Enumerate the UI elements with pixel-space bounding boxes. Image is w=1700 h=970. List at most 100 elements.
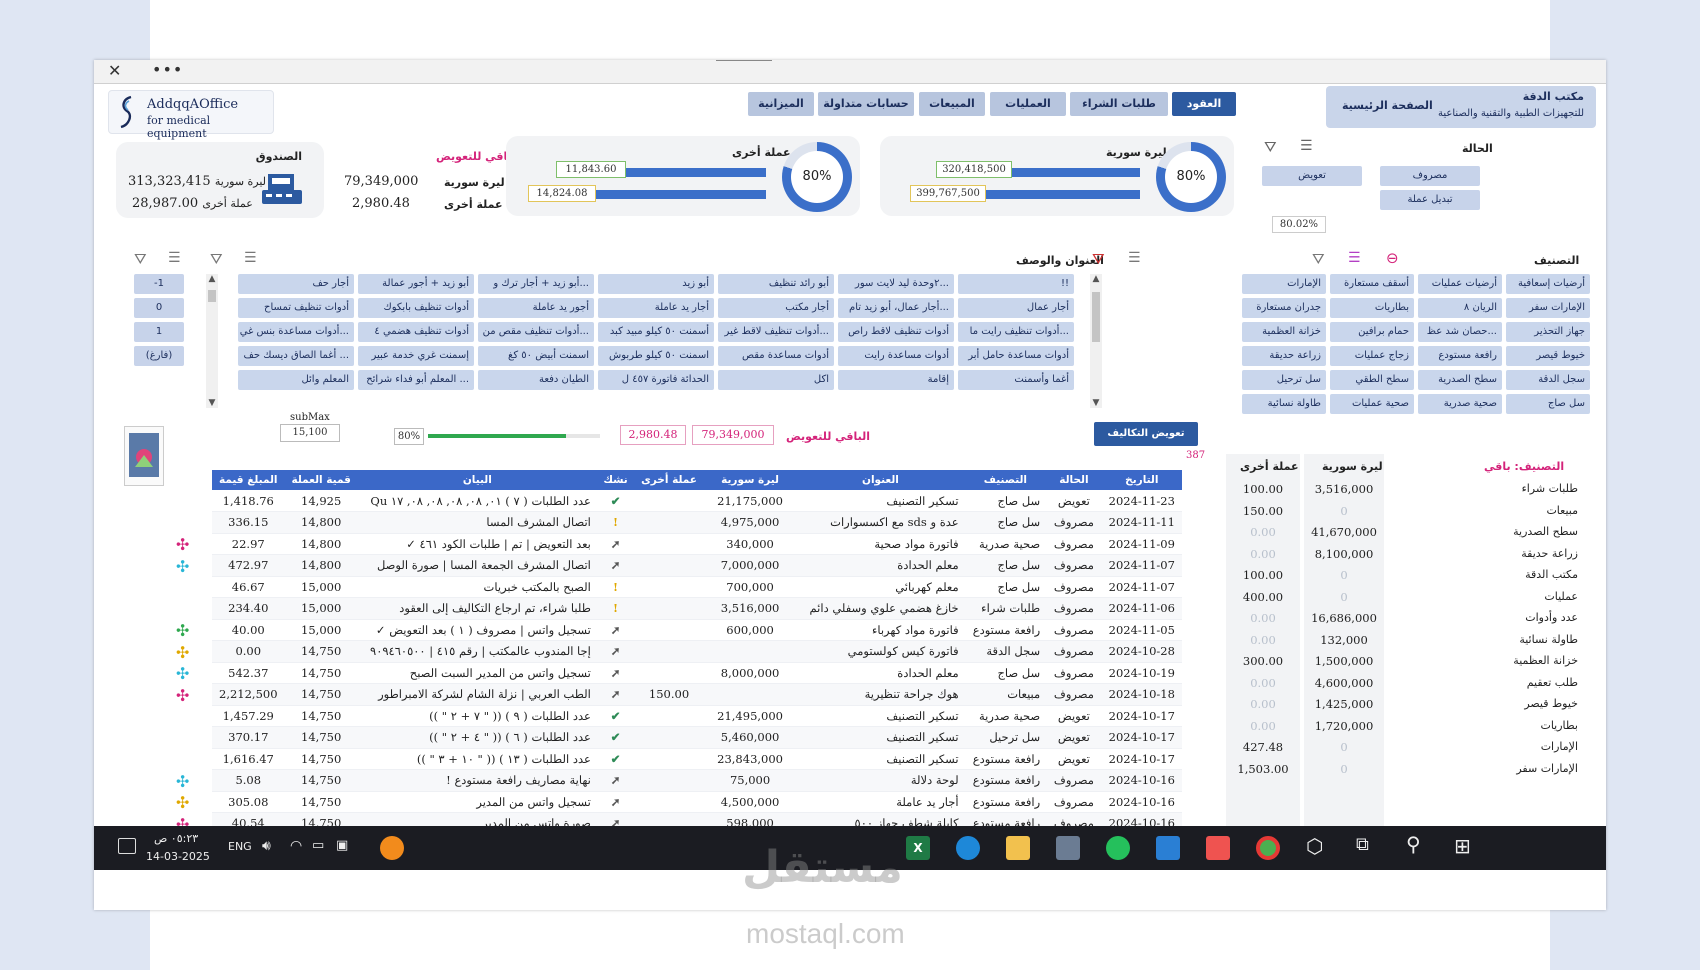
scroll-thumb[interactable]: [208, 290, 216, 302]
summary-category[interactable]: عمليات: [1458, 590, 1578, 603]
summary-category[interactable]: بطاريات: [1458, 719, 1578, 732]
classification-item[interactable]: صحية صدرية: [1418, 394, 1502, 414]
title-desc-item[interactable]: أسمنت ٥٠ كيلو مبيد كبد: [598, 322, 714, 342]
col-syp[interactable]: ليرة سورية: [703, 470, 797, 490]
multi-select-icon[interactable]: ☰: [244, 250, 257, 266]
row-tag-icon[interactable]: ✣: [176, 686, 189, 705]
row-tag-icon[interactable]: ✣: [176, 535, 189, 554]
classification-item[interactable]: خزانة العظمية: [1242, 322, 1326, 342]
title-desc-item[interactable]: إقامة: [838, 370, 954, 390]
title-desc-item[interactable]: اسمنت ٥٠ كيلو طربوش: [598, 346, 714, 366]
title-desc-item[interactable]: أدوات تنظيف هضمي ٤: [358, 322, 474, 342]
classification-item[interactable]: الإمارات: [1242, 274, 1326, 294]
table-row[interactable]: 2024-10-17 تعويض صحية صدرية تسكير التصنيف 21…: [212, 705, 1182, 727]
whatsapp-icon[interactable]: [1106, 836, 1130, 860]
title-desc-item[interactable]: أدوات تنظيف تمساح: [238, 298, 354, 318]
title-desc-item[interactable]: أدوات مساعدة بنس غي...: [238, 322, 354, 342]
title-desc-item[interactable]: اكل: [718, 370, 834, 390]
table-row[interactable]: 2024-11-06 مصروف طلبات شراء خازغ هضمي علوي …: [212, 597, 1182, 620]
classification-item[interactable]: أسقف مستعارة: [1330, 274, 1414, 294]
title-desc-item[interactable]: أدوات مساعدة رايت: [838, 346, 954, 366]
row-tag-icon[interactable]: ✣: [176, 793, 189, 812]
tab-contracts[interactable]: العقود: [1172, 92, 1236, 116]
summary-category[interactable]: زراعة حديقة: [1458, 547, 1578, 560]
col-status[interactable]: الحالة: [1046, 470, 1102, 490]
classification-item[interactable]: حمام برافين: [1330, 322, 1414, 342]
title-desc-item[interactable]: أجور يد عاملة: [478, 298, 594, 318]
title-desc-item[interactable]: إسمنت غري خدمة عبير: [358, 346, 474, 366]
summary-category[interactable]: مكتب الدقة: [1458, 568, 1578, 581]
classification-item[interactable]: أرضيات عمليات: [1418, 274, 1502, 294]
cube-icon[interactable]: ⬡: [1306, 834, 1323, 858]
classification-item[interactable]: الريان ٨: [1418, 298, 1502, 318]
classification-item[interactable]: سل ترحيل: [1242, 370, 1326, 390]
compensate-costs-button[interactable]: تعويض التكاليف: [1094, 422, 1198, 446]
thumbnail-image[interactable]: [124, 426, 164, 486]
title-desc-item[interactable]: أدوات مساعدة مقص: [718, 346, 834, 366]
task-view-icon[interactable]: ⧉: [1356, 834, 1369, 855]
summary-category[interactable]: خزانة العظمية: [1458, 654, 1578, 667]
volume-icon[interactable]: 🔊︎: [262, 838, 271, 854]
number-slicer-item[interactable]: (فارغ): [134, 346, 184, 366]
summary-category[interactable]: طاولة نسائية: [1458, 633, 1578, 646]
classification-item[interactable]: حصان شد عظ...: [1418, 322, 1502, 342]
multi-select-icon[interactable]: ☰: [1348, 250, 1361, 266]
title-desc-item[interactable]: أبو زيد + أجار ترك و...: [478, 274, 594, 294]
row-tag-icon[interactable]: ✣: [176, 621, 189, 640]
summary-category[interactable]: الإمارات: [1458, 740, 1578, 753]
summary-category[interactable]: طلب تعقيم: [1458, 676, 1578, 689]
title-desc-item[interactable]: أبو رائد تنظيف: [718, 274, 834, 294]
store-icon[interactable]: [1206, 836, 1230, 860]
scroll-down-icon[interactable]: ▼: [206, 398, 218, 408]
table-row[interactable]: 2024-10-19 مصروف سل صاج معلم الحدادة 8,000,0…: [212, 662, 1182, 684]
title-desc-item[interactable]: !!: [958, 274, 1074, 294]
title-desc-item[interactable]: أدوات تنظيف لاقط راص: [838, 322, 954, 342]
table-row[interactable]: 2024-10-16 مصروف رافعة مستودع أجار يد عاملة…: [212, 791, 1182, 813]
company-header[interactable]: مكتب الدقة للتجهيزات الطبية والتقنية وال…: [1326, 86, 1596, 128]
number-slicer-item[interactable]: 0: [134, 298, 184, 318]
classification-item[interactable]: جهاز التحذير: [1506, 322, 1590, 342]
col-title[interactable]: العنوان: [796, 470, 965, 490]
classification-item[interactable]: رافعة مستودع: [1418, 346, 1502, 366]
classification-item[interactable]: زراعة حديقة: [1242, 346, 1326, 366]
col-amount[interactable]: المبلغ قيمة: [212, 470, 285, 490]
title-desc-item[interactable]: أدوات تنظيف لاقط غير...: [718, 322, 834, 342]
title-desc-item[interactable]: أدوات تنظيف رايت ما...: [958, 322, 1074, 342]
title-desc-item[interactable]: الحدائة فاتورة ٤٥٧ ل: [598, 370, 714, 390]
title-desc-item[interactable]: اسمنت أبيض ٥٠ كغ: [478, 346, 594, 366]
table-row[interactable]: 2024-10-28 مصروف سجل الدقة فاتورة كيس كولست…: [212, 640, 1182, 663]
calculator-icon[interactable]: [1056, 836, 1080, 860]
meet-now-icon[interactable]: ▣: [336, 838, 348, 853]
excel-icon[interactable]: X: [906, 836, 930, 860]
title-desc-item[interactable]: المعلم أبو فداء شرائح ...: [358, 370, 474, 390]
file-explorer-icon[interactable]: [1006, 836, 1030, 860]
classification-item[interactable]: طاولة نسائية: [1242, 394, 1326, 414]
mail-icon[interactable]: [1156, 836, 1180, 860]
summary-category[interactable]: سطح الصدرية: [1458, 525, 1578, 538]
col-date[interactable]: التاريخ: [1101, 470, 1182, 490]
col-check[interactable]: نشك: [596, 470, 635, 490]
row-tag-icon[interactable]: ✣: [176, 643, 189, 662]
classification-item[interactable]: خيوط قيصر: [1506, 346, 1590, 366]
minus-circle-icon[interactable]: ⊖: [1386, 249, 1399, 267]
search-icon[interactable]: ⚲: [1406, 832, 1421, 856]
title-desc-item[interactable]: أبو زيد + أجور عمالة: [358, 274, 474, 294]
wifi-icon[interactable]: ◠: [290, 838, 302, 854]
status-expense-button[interactable]: مصروف: [1380, 166, 1480, 186]
windows-start-icon[interactable]: ⊞: [1454, 834, 1471, 858]
taskbar-time[interactable]: ٠٥:٢٣ ص: [154, 832, 198, 845]
status-compensation-button[interactable]: تعويض: [1262, 166, 1362, 186]
table-row[interactable]: 2024-10-16 مصروف رافعة مستودع لوحة دلالة 75,…: [212, 769, 1182, 792]
col-other[interactable]: عملة أخرى: [634, 470, 704, 490]
table-row[interactable]: 2024-10-17 تعويض سل ترحيل تسكير التصنيف 5,46…: [212, 726, 1182, 749]
scroll-thumb[interactable]: [1092, 292, 1100, 342]
tab-purchase-orders[interactable]: طلبات الشراء: [1070, 92, 1168, 116]
title-desc-scrollbar[interactable]: ▲ ▼: [206, 274, 218, 408]
summary-category[interactable]: مبيعات: [1458, 504, 1578, 517]
title-desc-item[interactable]: أغما الصاق ديسك حف ...: [238, 346, 354, 366]
table-row[interactable]: 2024-10-18 مصروف مبيعات هوك جراحة تنظيرية 15…: [212, 683, 1182, 706]
classification-item[interactable]: بطاريات: [1330, 298, 1414, 318]
clear-filter-icon[interactable]: ⛛: [134, 250, 147, 268]
scroll-down-icon[interactable]: ▼: [1090, 398, 1102, 408]
title-desc-item[interactable]: أدوات تنظيف بابكوك: [358, 298, 474, 318]
